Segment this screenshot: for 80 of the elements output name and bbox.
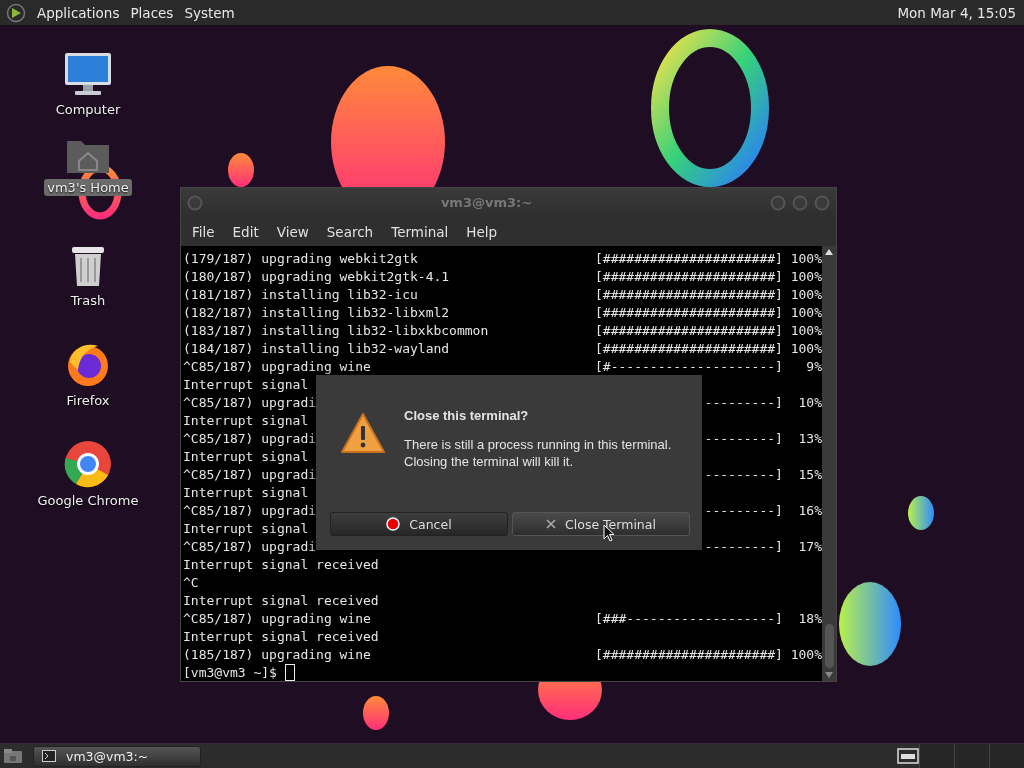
terminal-line: Interrupt signal: [183, 448, 309, 464]
close-terminal-button[interactable]: Close Terminal: [512, 512, 690, 536]
scroll-thumb[interactable]: [824, 624, 834, 668]
progress-text: [######################] 100%: [595, 646, 822, 662]
terminal-line: Interrupt signal received: [183, 556, 379, 572]
scrollbar[interactable]: [822, 246, 836, 681]
clock[interactable]: Mon Mar 4, 15:05: [897, 4, 1016, 21]
progress-text: [######################] 100%: [595, 322, 822, 338]
terminal-line: ^C85/187) upgradi: [183, 430, 317, 446]
stop-icon: [386, 517, 401, 531]
terminal-line: ^C85/187) upgradi: [183, 502, 317, 518]
terminal-line: Interrupt signal received: [183, 628, 379, 644]
terminal-line: ^C: [183, 574, 199, 590]
progress-text: [######################] 100%: [595, 286, 822, 302]
taskbar-button[interactable]: vm3@vm3:~: [33, 745, 201, 767]
progress-text: ---------] 13%: [704, 430, 822, 446]
terminal-line: (180/187) upgrading webkit2gtk-4.1: [183, 268, 450, 284]
terminal-line: Interrupt signal: [183, 484, 309, 500]
shell-prompt: [vm3@vm3 ~]$: [183, 664, 277, 680]
desktop-icon-label[interactable]: Google Chrome: [34, 492, 142, 509]
desktop-icon-label[interactable]: Trash: [67, 292, 109, 309]
terminal-line: Interrupt signal: [183, 412, 309, 428]
terminal-line: ^C85/187) upgradi: [183, 538, 317, 554]
tricolor-ring-icon[interactable]: [64, 440, 112, 488]
window-button-icon[interactable]: [187, 194, 203, 211]
menu-item[interactable]: Terminal: [382, 223, 458, 240]
dialog-message: There is still a process running in this terminal. Closing the terminal will kill it.: [404, 437, 673, 471]
progress-text: [###-------------------] 18%: [595, 610, 822, 626]
desktop-icon-label[interactable]: Computer: [52, 101, 124, 118]
terminal-line: Interrupt signal: [183, 376, 309, 392]
terminal-line: ^C85/187) upgradi: [183, 394, 317, 410]
progress-text: ---------] 17%: [704, 538, 822, 554]
close-icon: [546, 519, 557, 529]
progress-text: ---------] 16%: [704, 502, 822, 518]
progress-text: ---------] 10%: [704, 394, 822, 410]
terminal-line: (184/187) installing lib32-wayland: [183, 340, 450, 356]
menu-item[interactable]: File: [183, 223, 224, 240]
terminal-line: Interrupt signal: [183, 520, 309, 536]
terminal-line: ^C85/187) upgrading wine: [183, 610, 371, 626]
terminal-line: (179/187) upgrading webkit2gtk: [183, 250, 418, 266]
progress-text: [######################] 100%: [595, 304, 822, 320]
progress-text: [######################] 100%: [595, 250, 822, 266]
text-cursor: [284, 663, 295, 681]
terminal-line: (185/187) upgrading wine: [183, 646, 371, 662]
computer-icon[interactable]: [63, 51, 113, 97]
panel-menu[interactable]: System: [184, 4, 235, 21]
progress-text: [######################] 100%: [595, 268, 822, 284]
terminal-line: (183/187) installing lib32-libxkbcommon: [183, 322, 489, 338]
dialog-title: Close this terminal?: [404, 408, 530, 423]
window-button-icon[interactable]: [792, 194, 808, 211]
scroll-up-icon[interactable]: [825, 249, 833, 255]
desktop-icon-label[interactable]: vm3's Home: [44, 179, 132, 196]
progress-text: [######################] 100%: [595, 340, 822, 356]
window-title: vm3@vm3:~: [439, 195, 534, 210]
desktop-icon-label[interactable]: Firefox: [63, 392, 113, 409]
scroll-down-icon[interactable]: [825, 672, 833, 678]
terminal-line: ^C85/187) upgradi: [183, 466, 317, 482]
window-list-icon[interactable]: [897, 748, 919, 764]
progress-text: ---------] 15%: [704, 466, 822, 482]
show-desktop-icon[interactable]: [3, 748, 23, 764]
workspace-switcher[interactable]: [919, 744, 954, 768]
cancel-button[interactable]: Cancel: [330, 512, 508, 536]
terminal-line: (181/187) installing lib32-icu: [183, 286, 418, 302]
terminal-line: Interrupt signal received: [183, 592, 379, 608]
window-button-icon[interactable]: [770, 194, 786, 211]
workspace-switcher[interactable]: [954, 744, 989, 768]
panel-menu[interactable]: Places: [130, 4, 174, 21]
menu-item[interactable]: Search: [317, 223, 383, 240]
terminal-line: (182/187) installing lib32-libxml2: [183, 304, 450, 320]
progress-text: [#---------------------] 9%: [595, 358, 822, 374]
circle-logo-icon[interactable]: [6, 2, 26, 23]
terminal-line: ^C85/187) upgrading wine: [183, 358, 371, 374]
panel-menu[interactable]: Applications: [37, 4, 120, 21]
menu-item[interactable]: Edit: [223, 223, 268, 240]
warning-icon: [340, 412, 386, 454]
window-button-icon[interactable]: [814, 194, 830, 211]
menu-item[interactable]: View: [267, 223, 318, 240]
workspace-switcher[interactable]: [989, 744, 1024, 768]
menu-item[interactable]: Help: [457, 223, 507, 240]
terminal-icon: [42, 750, 56, 762]
